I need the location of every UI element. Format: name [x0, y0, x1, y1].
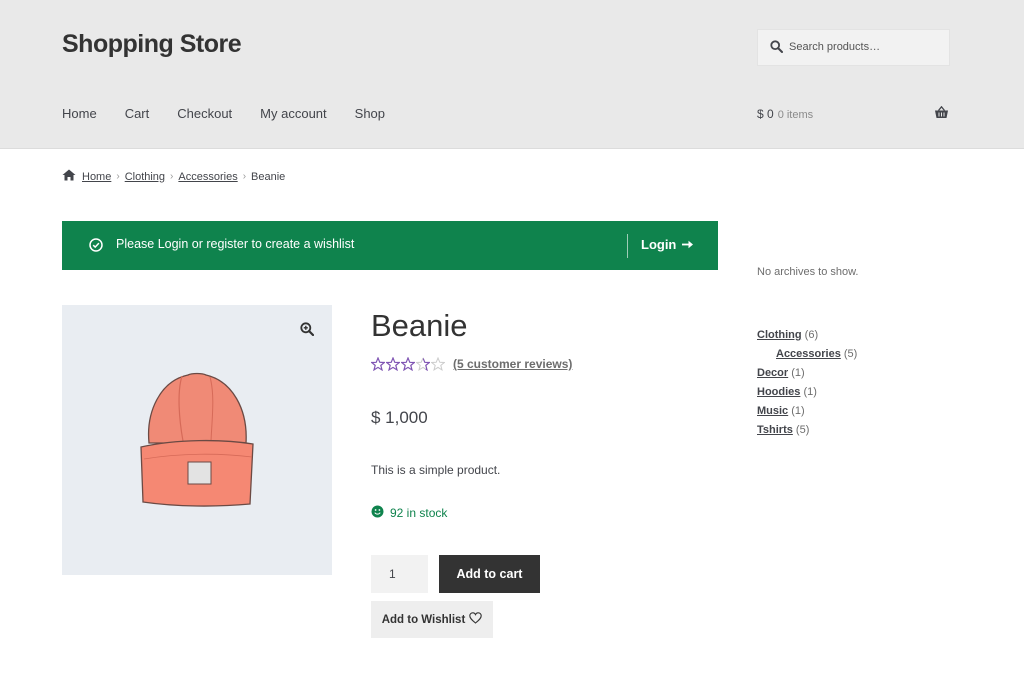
category-link-decor[interactable]: Decor	[757, 367, 788, 379]
login-link[interactable]: Login	[641, 237, 694, 252]
search-input[interactable]: Search products…	[757, 29, 950, 66]
reviews-link[interactable]: (5 customer reviews)	[453, 357, 572, 371]
category-link-hoodies[interactable]: Hoodies	[757, 386, 800, 398]
category-count: (1)	[803, 386, 817, 398]
quantity-input[interactable]	[371, 555, 428, 593]
stock-text: 92 in stock	[390, 506, 448, 520]
login-label: Login	[641, 237, 677, 252]
product-price: $ 1,000	[371, 408, 428, 427]
category-count: (1)	[791, 367, 805, 379]
arrow-right-icon	[682, 237, 694, 252]
basket-icon[interactable]	[934, 105, 949, 124]
category-item: Accessories (5)	[757, 347, 857, 366]
category-link-accessories[interactable]: Accessories	[776, 348, 841, 360]
check-circle-icon	[89, 238, 103, 257]
cart-item-count: 0 items	[777, 109, 814, 121]
add-to-cart-button[interactable]: Add to cart	[439, 555, 540, 593]
category-count: (5)	[795, 424, 810, 436]
product-rating: (5 customer reviews)	[371, 357, 572, 371]
category-count: (6)	[804, 329, 819, 341]
wishlist-login-notice: Please Login or register to create a wis…	[62, 221, 718, 270]
category-count: (5)	[843, 348, 858, 360]
breadcrumb-clothing[interactable]: Clothing	[125, 171, 165, 183]
cart-amount: $ 0	[757, 107, 774, 121]
category-item: Clothing (6)	[757, 328, 857, 347]
beanie-image	[140, 372, 254, 507]
main-nav: Home Cart Checkout My account Shop	[62, 106, 413, 121]
archives-widget-text: No archives to show.	[757, 266, 859, 278]
nav-item-shop[interactable]: Shop	[355, 106, 385, 121]
star-icon	[386, 357, 400, 371]
breadcrumb: Home › Clothing › Accessories › Beanie	[62, 169, 285, 184]
category-count: (1)	[791, 405, 805, 417]
breadcrumb-separator: ›	[170, 171, 174, 182]
site-title[interactable]: Shopping Store	[62, 30, 242, 59]
zoom-icon[interactable]	[300, 322, 315, 341]
category-item: Music (1)	[757, 404, 857, 423]
star-icon	[431, 357, 445, 371]
category-item: Decor (1)	[757, 366, 857, 385]
breadcrumb-separator: ›	[242, 171, 247, 182]
category-link-music[interactable]: Music	[757, 405, 788, 417]
home-icon	[62, 169, 76, 184]
wishlist-label: Add to Wishlist	[381, 613, 466, 626]
smile-icon	[371, 505, 384, 521]
product-gallery[interactable]	[62, 305, 332, 575]
category-item: Hoodies (1)	[757, 385, 857, 404]
category-link-tshirts[interactable]: Tshirts	[757, 424, 793, 436]
product-description: This is a simple product.	[371, 463, 501, 477]
star-icon	[371, 357, 385, 371]
nav-item-cart[interactable]: Cart	[125, 106, 150, 121]
add-to-wishlist-button[interactable]: Add to Wishlist	[371, 601, 493, 638]
star-rating	[371, 357, 445, 371]
category-link-clothing[interactable]: Clothing	[757, 329, 802, 341]
search-icon	[770, 40, 783, 58]
category-item: Tshirts (5)	[757, 423, 857, 442]
nav-item-checkout[interactable]: Checkout	[177, 106, 232, 121]
star-icon	[401, 357, 415, 371]
breadcrumb-current: Beanie	[251, 170, 286, 183]
star-icon	[416, 357, 430, 371]
search-placeholder: Search products…	[789, 41, 881, 53]
nav-item-home[interactable]: Home	[62, 106, 97, 121]
stock-status: 92 in stock	[371, 505, 447, 521]
product-title: Beanie	[371, 308, 468, 343]
nav-item-my-account[interactable]: My account	[260, 106, 326, 121]
breadcrumb-home[interactable]: Home	[82, 171, 111, 183]
product-categories: Clothing (6) Accessories (5) Decor (1) H…	[757, 328, 857, 442]
breadcrumb-separator: ›	[116, 171, 120, 182]
notice-divider	[627, 234, 628, 258]
cart-summary[interactable]: $ 00 items	[757, 107, 813, 121]
breadcrumb-accessories[interactable]: Accessories	[178, 171, 237, 183]
notice-message: Please Login or register to create a wis…	[116, 237, 355, 251]
site-header: Shopping Store Search products… Home Car…	[0, 0, 1024, 149]
heart-icon	[469, 612, 483, 627]
